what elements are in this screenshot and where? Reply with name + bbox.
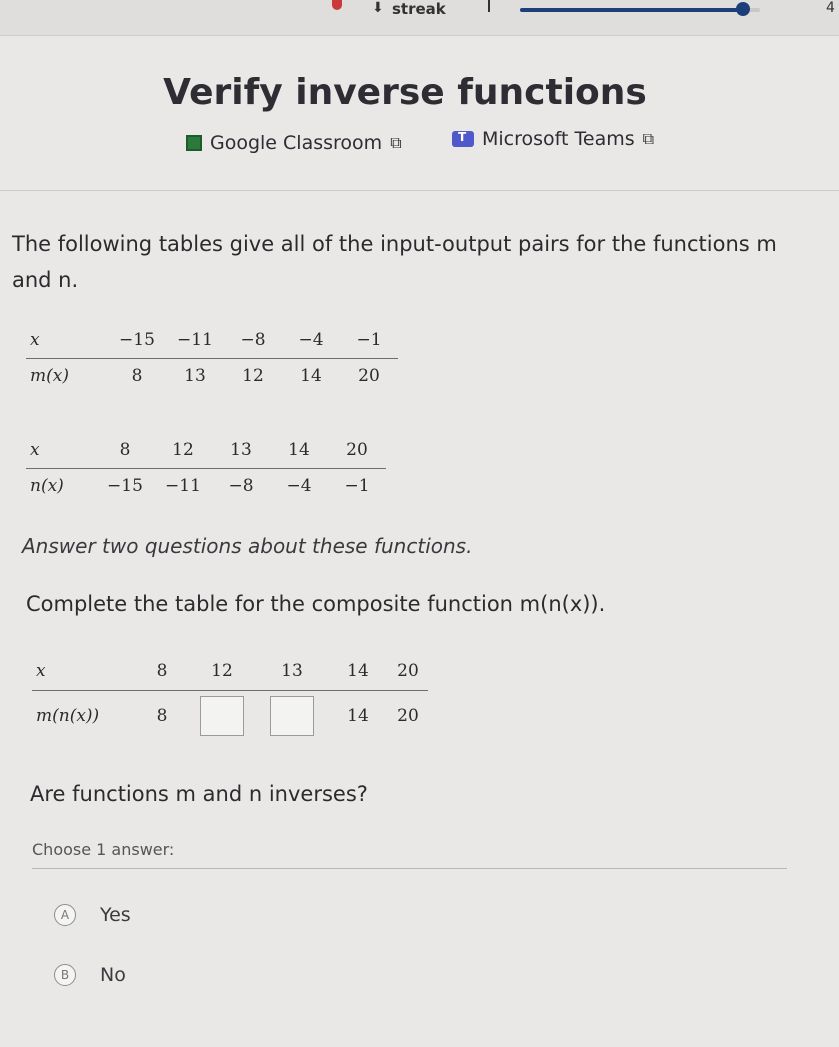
progress-indicator (736, 2, 751, 16)
table-m-y: 12 (242, 366, 264, 387)
table-m-y-label: m(x) (30, 366, 69, 387)
table-n-x: 20 (328, 432, 386, 469)
choice-no[interactable]: B No (54, 964, 126, 986)
table-m-x-label: x (26, 322, 108, 359)
table-n-y-label: n(x) (30, 476, 64, 497)
table-mn-x-label: x (32, 652, 136, 691)
google-classroom-label: Google Classroom (210, 132, 383, 154)
microsoft-teams-icon (452, 130, 474, 147)
table-mn-y-label: m(n(x)) (36, 706, 100, 727)
top-bar: ⬇ streak 4 (0, 0, 839, 36)
choice-label: No (100, 964, 126, 986)
progress-bar (520, 8, 760, 12)
table-m-x: −15 (108, 322, 166, 359)
table-mn-x: 8 (136, 652, 188, 691)
table-m-y: 14 (300, 366, 322, 387)
choice-label: Yes (100, 904, 131, 926)
problem-intro: The following tables give all of the inp… (12, 232, 777, 292)
table-m: x −15 −11 −8 −4 −1 m(x) 8 13 12 14 20 (26, 322, 398, 394)
choice-letter-a: A (54, 904, 76, 926)
choice-yes[interactable]: A Yes (54, 904, 131, 926)
table-n-y: −11 (165, 476, 201, 497)
table-n-y: −15 (107, 476, 143, 497)
streak-label: streak (392, 0, 446, 18)
choose-label: Choose 1 answer: (32, 840, 175, 859)
microsoft-teams-label: Microsoft Teams (482, 128, 635, 150)
table-n-x-label: x (26, 432, 96, 469)
question-1: Complete the table for the composite fun… (26, 592, 606, 616)
external-link-icon: ⧉ (390, 133, 402, 152)
choice-letter-b: B (54, 964, 76, 986)
table-composite: x 8 12 13 14 20 m(n(x)) 8 14 20 (32, 652, 428, 742)
status-marker (332, 0, 342, 10)
table-n-x: 8 (96, 432, 154, 469)
google-classroom-icon (186, 135, 202, 151)
table-n-y: −4 (286, 476, 312, 497)
google-classroom-link[interactable]: Google Classroom ⧉ (186, 132, 402, 154)
page-title: Verify inverse functions (163, 72, 647, 113)
table-mn-y: 8 (156, 706, 168, 727)
divider (0, 190, 839, 191)
microsoft-teams-link[interactable]: Microsoft Teams ⧉ (452, 128, 654, 150)
table-mn-cell (188, 690, 256, 742)
table-n-x: 14 (270, 432, 328, 469)
table-m-x: −4 (282, 322, 340, 359)
question-2: Are functions m and n inverses? (30, 782, 368, 806)
table-m-y: 8 (131, 366, 143, 387)
table-n-x: 12 (154, 432, 212, 469)
table-m-x: −11 (166, 322, 224, 359)
table-n-y: −1 (344, 476, 370, 497)
table-mn-y: 14 (347, 706, 369, 727)
table-n-y: −8 (228, 476, 254, 497)
table-mn-x: 12 (188, 652, 256, 691)
table-mn-x: 14 (328, 652, 388, 691)
table-mn-x: 20 (388, 652, 428, 691)
answer-input-13[interactable] (270, 696, 314, 737)
toolbar-divider (488, 0, 490, 12)
answer-input-12[interactable] (200, 696, 244, 737)
table-n-x: 13 (212, 432, 270, 469)
external-link-icon: ⧉ (642, 129, 655, 148)
table-m-x: −1 (340, 322, 398, 359)
divider (32, 868, 787, 869)
level-number: 4 (826, 0, 835, 16)
share-row: Google Classroom ⧉ Microsoft Teams ⧉ (0, 128, 839, 162)
table-n: x 8 12 13 14 20 n(x) −15 −11 −8 −4 −1 (26, 432, 386, 504)
table-mn-x: 13 (256, 652, 328, 691)
streak-icon: ⬇ (372, 0, 384, 16)
table-mn-y: 20 (397, 706, 419, 727)
table-m-y: 13 (184, 366, 206, 387)
table-m-y: 20 (358, 366, 380, 387)
instruction-text: Answer two questions about these functio… (22, 534, 473, 558)
table-mn-cell (256, 690, 328, 742)
table-m-x: −8 (224, 322, 282, 359)
